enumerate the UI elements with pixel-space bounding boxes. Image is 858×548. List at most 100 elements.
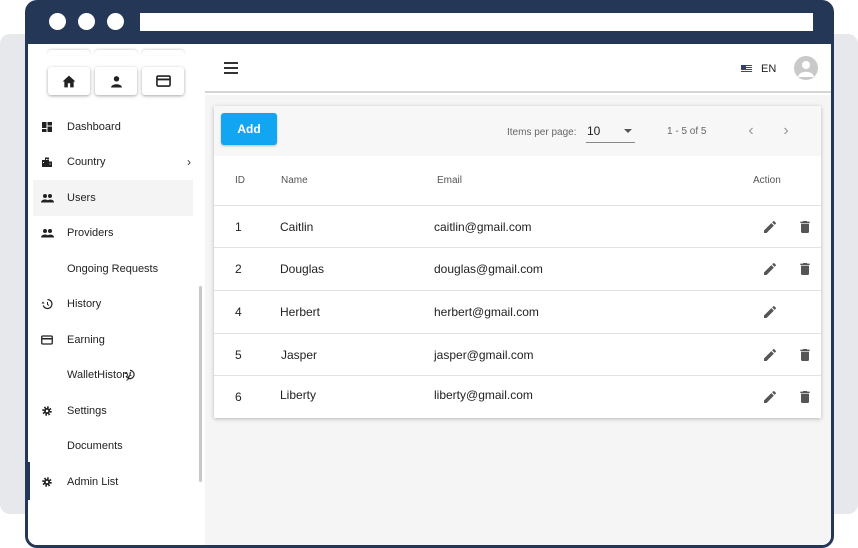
sidebar-item-label: Users	[67, 192, 96, 204]
sidebar-item-ongoing-requests[interactable]: Ongoing Requests	[33, 251, 193, 287]
users-table-card: Add Items per page: 10 1 - 5 of 5 ‹ › ID…	[214, 106, 821, 418]
table-controls: Add Items per page: 10 1 - 5 of 5 ‹ ›	[214, 106, 821, 156]
payment-button[interactable]	[142, 67, 184, 95]
sidebar-item-history[interactable]: History	[33, 286, 193, 322]
language-selector[interactable]: EN	[741, 63, 776, 75]
us-flag-icon	[741, 65, 752, 73]
sidebar-item-dashboard[interactable]: Dashboard	[33, 109, 193, 145]
top-toolbar: EN	[205, 44, 831, 93]
delete-icon[interactable]	[797, 347, 813, 363]
items-per-page-label: Items per page:	[507, 127, 577, 138]
people-icon	[40, 191, 54, 205]
sidebar-item-label: Settings	[67, 405, 107, 417]
sidebar-quick-icons	[28, 44, 205, 100]
sidebar-item-admin-list[interactable]: Admin List	[33, 464, 193, 500]
row-email: douglas@gmail.com	[434, 262, 543, 276]
credit-card-icon	[40, 333, 54, 347]
sidebar-item-earning[interactable]: Earning	[33, 322, 193, 358]
main-content: Add Items per page: 10 1 - 5 of 5 ‹ › ID…	[205, 95, 831, 545]
column-header-id[interactable]: ID	[235, 175, 245, 186]
home-button[interactable]	[48, 67, 90, 95]
sidebar-item-documents[interactable]: Documents	[33, 428, 193, 464]
row-id: 1	[235, 220, 242, 234]
quick-icon-shadow	[142, 50, 184, 55]
sidebar: Dashboard Country › Users Providers Ongo…	[28, 44, 205, 545]
sidebar-item-label: Documents	[67, 440, 123, 452]
sidebar-item-label: Dashboard	[67, 121, 121, 133]
browser-window: Dashboard Country › Users Providers Ongo…	[25, 0, 834, 548]
app-screen: Dashboard Country › Users Providers Ongo…	[28, 44, 831, 545]
dropdown-arrow-icon	[624, 129, 632, 133]
sidebar-item-label: Earning	[67, 334, 105, 346]
profile-button[interactable]	[95, 67, 137, 95]
sidebar-item-settings[interactable]: Settings	[33, 393, 193, 429]
sidebar-item-users[interactable]: Users	[33, 180, 193, 216]
sidebar-item-label: WalletHistory	[67, 369, 132, 381]
edit-icon[interactable]	[762, 304, 778, 320]
row-name: Jasper	[281, 348, 318, 362]
people-icon	[40, 226, 54, 240]
row-name: Caitlin	[280, 220, 314, 234]
delete-icon[interactable]	[797, 261, 813, 277]
row-name: Herbert	[280, 305, 321, 319]
table-row: 2 Douglas douglas@gmail.com	[214, 247, 821, 289]
row-id: 5	[235, 348, 242, 362]
delete-icon[interactable]	[797, 219, 813, 235]
sidebar-item-wallethistory[interactable]: WalletHistory	[33, 357, 193, 393]
sidebar-item-label: Ongoing Requests	[67, 263, 159, 275]
sidebar-item-label: Country	[67, 156, 106, 168]
chevron-right-icon: ›	[187, 155, 191, 169]
row-id: 2	[235, 262, 242, 276]
sidebar-item-label: Providers	[67, 227, 114, 239]
row-email: liberty@gmail.com	[434, 388, 533, 402]
language-label: EN	[761, 63, 777, 75]
home-icon	[62, 75, 76, 87]
row-email: caitlin@gmail.com	[434, 220, 532, 234]
dashboard-icon	[40, 120, 54, 134]
row-name: Douglas	[280, 262, 325, 276]
column-header-action: Action	[753, 175, 781, 186]
edit-icon[interactable]	[762, 389, 778, 405]
address-bar[interactable]	[140, 13, 813, 31]
history-icon	[40, 297, 54, 311]
account-circle-icon[interactable]	[794, 56, 818, 80]
table-row: 5 Jasper jasper@gmail.com	[214, 333, 821, 375]
credit-card-icon	[155, 75, 171, 87]
row-email: herbert@gmail.com	[434, 305, 539, 319]
history-icon	[124, 369, 135, 380]
table-row: 1 Caitlin caitlin@gmail.com	[214, 205, 821, 247]
quick-icon-shadow	[48, 50, 90, 55]
gear-icon	[40, 475, 54, 489]
quick-icon-shadow	[95, 50, 137, 55]
add-button[interactable]: Add	[221, 113, 277, 145]
edit-icon[interactable]	[762, 261, 778, 277]
items-per-page-select[interactable]: 10	[586, 124, 635, 143]
window-dot	[78, 13, 95, 30]
column-header-name[interactable]: Name	[281, 175, 308, 186]
table-row: 4 Herbert herbert@gmail.com	[214, 290, 821, 332]
row-id: 4	[235, 305, 242, 319]
sidebar-item-label: Admin List	[67, 476, 119, 488]
previous-page-button[interactable]: ‹	[744, 121, 758, 141]
menu-icon[interactable]	[224, 62, 238, 74]
sidebar-item-country[interactable]: Country ›	[33, 144, 193, 180]
active-indicator	[28, 462, 30, 500]
pagination-range: 1 - 5 of 5	[667, 126, 707, 137]
window-dot	[107, 13, 124, 30]
edit-icon[interactable]	[762, 347, 778, 363]
gear-icon	[40, 404, 54, 418]
city-icon	[40, 155, 54, 169]
next-page-button[interactable]: ›	[779, 121, 793, 141]
sidebar-item-label: History	[67, 298, 102, 310]
person-icon	[110, 75, 122, 87]
delete-icon[interactable]	[797, 389, 813, 405]
edit-icon[interactable]	[762, 219, 778, 235]
sidebar-scrollbar[interactable]	[199, 286, 202, 482]
items-per-page-value: 10	[587, 124, 601, 138]
sidebar-item-providers[interactable]: Providers	[33, 215, 193, 251]
table-row: 6 Liberty liberty@gmail.com	[214, 375, 821, 417]
row-name: Liberty	[280, 388, 317, 402]
row-id: 6	[235, 390, 242, 404]
column-header-email[interactable]: Email	[437, 175, 462, 186]
window-dot	[49, 13, 66, 30]
